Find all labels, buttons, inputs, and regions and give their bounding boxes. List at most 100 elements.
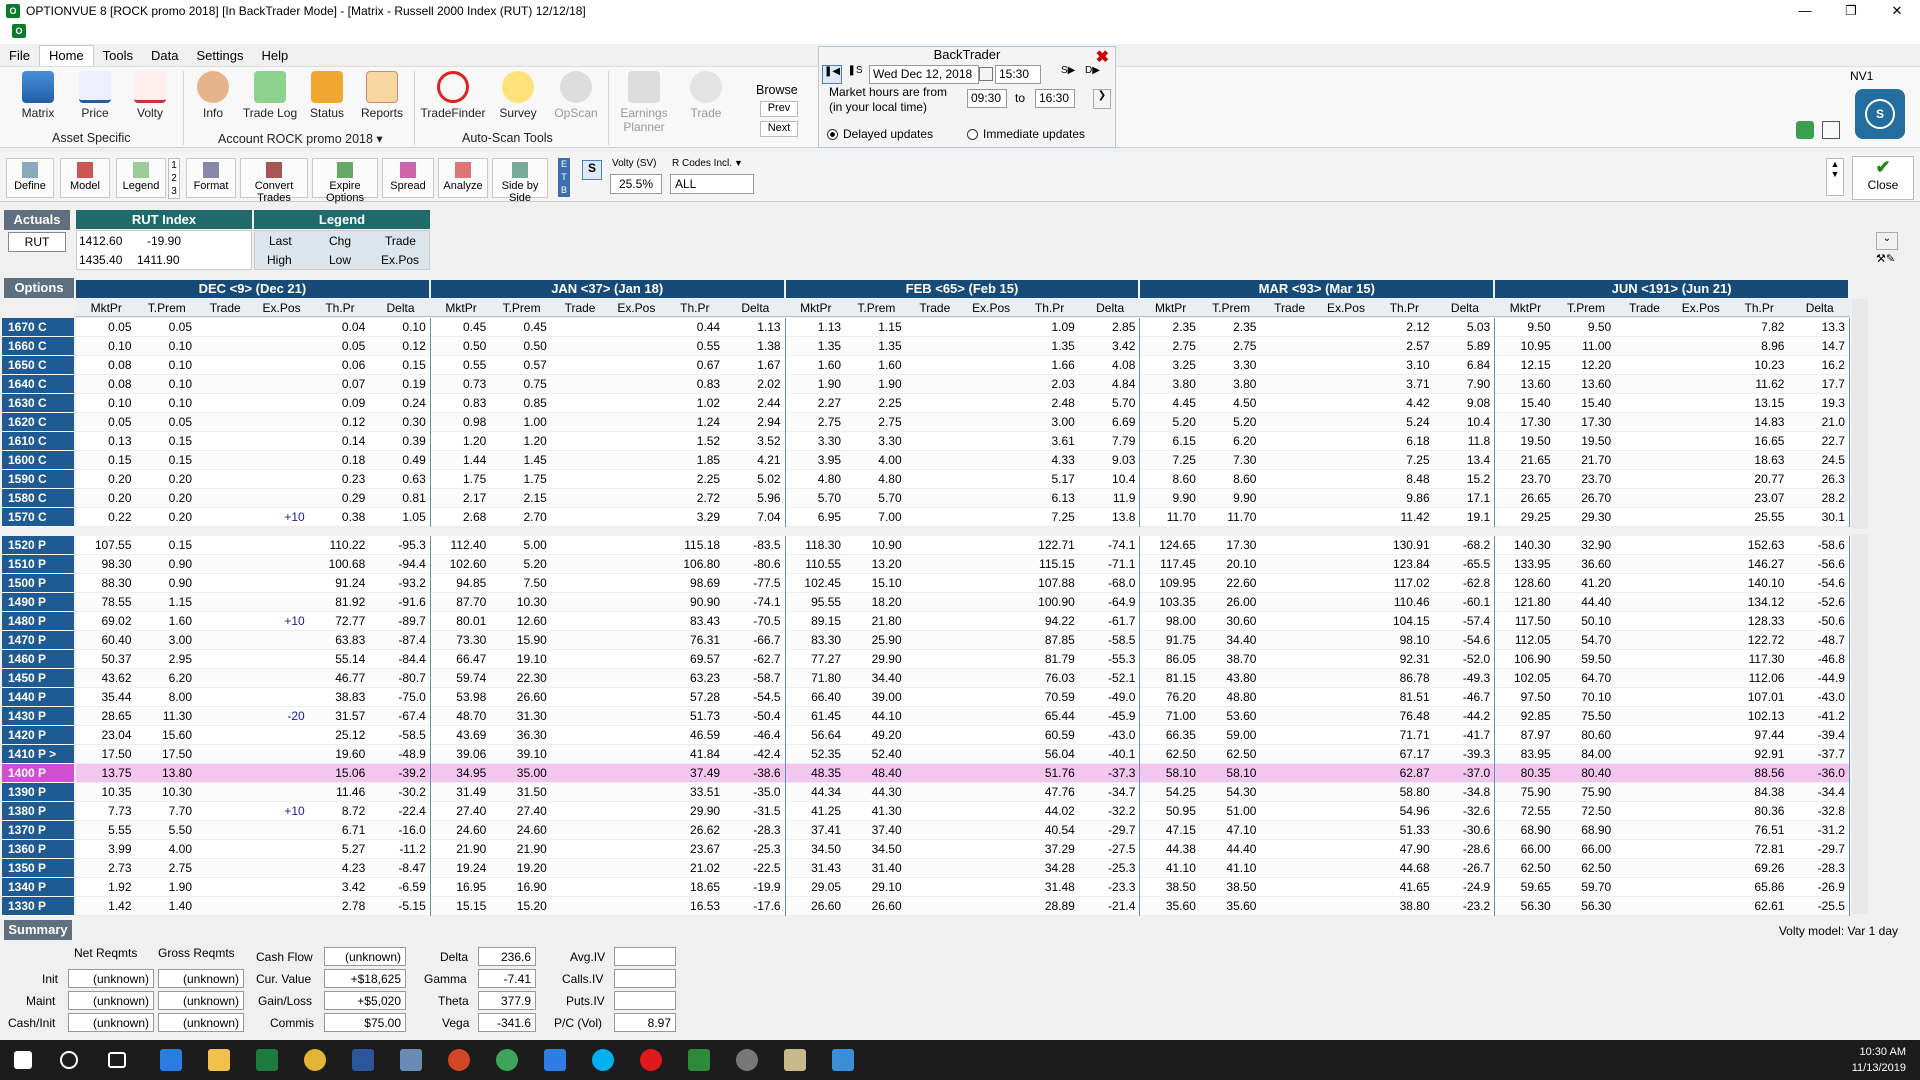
rcodes-input[interactable]: ALL — [670, 174, 754, 194]
strike-label[interactable]: 1580 C — [2, 489, 74, 508]
maximize-button[interactable]: ❐ — [1828, 0, 1874, 22]
table-row[interactable]: 7.73 7.70 +10 8.72 -22.4 27.40 27.40 29.90 -31.5… — [76, 802, 1850, 821]
market-from-field[interactable]: 09:30 — [967, 89, 1007, 108]
tools-icon[interactable]: ⚒✎ — [1876, 252, 1916, 270]
table-row[interactable]: 43.62 6.20 46.77 -80.7 59.74 22.30 63.23 -58.7 7… — [76, 669, 1850, 688]
strike-label[interactable]: 1390 P — [2, 783, 74, 802]
delayed-radio[interactable] — [827, 129, 838, 140]
profile-s-icon[interactable]: S — [1855, 89, 1905, 139]
table-row[interactable]: 98.30 0.90 100.68 -94.4 102.60 5.20 106.80 -80.… — [76, 555, 1850, 574]
skype-icon[interactable] — [592, 1049, 614, 1071]
table-row[interactable]: 0.10 0.10 0.09 0.24 0.83 0.85 1.02 2.44 2.27 2.25… — [76, 394, 1850, 413]
word-icon[interactable] — [352, 1049, 374, 1071]
opscan-button[interactable]: OpScan — [553, 71, 599, 120]
excel-icon[interactable] — [256, 1049, 278, 1071]
table-row[interactable]: 0.20 0.20 0.23 0.63 1.75 1.75 2.25 5.02 4.80 4.80… — [76, 470, 1850, 489]
side-by-side-button[interactable]: Side by Side — [492, 158, 548, 204]
step-back-button[interactable]: ❚S — [845, 65, 865, 84]
volty-input[interactable]: 25.5% — [610, 174, 662, 194]
convert-trades-button[interactable]: Convert Trades — [240, 158, 308, 204]
expand-icon[interactable]: ⌄ — [1876, 232, 1898, 250]
table-row[interactable]: 107.55 0.15 110.22 -95.3 112.40 5.00 115.18 -83… — [76, 536, 1850, 555]
menu-data[interactable]: Data — [142, 46, 187, 66]
table-row[interactable]: 88.30 0.90 91.24 -93.2 94.85 7.50 98.69 -77.5 10… — [76, 574, 1850, 593]
strike-label[interactable]: 1420 P — [2, 726, 74, 745]
table-row[interactable]: 0.15 0.15 0.18 0.49 1.44 1.45 1.85 4.21 3.95 4.00… — [76, 451, 1850, 470]
strike-label[interactable]: 1660 C — [2, 337, 74, 356]
strike-label[interactable]: 1340 P — [2, 878, 74, 897]
strike-label[interactable]: 1650 C — [2, 356, 74, 375]
zoom-stepper[interactable]: ▲ ▼ — [1826, 158, 1844, 196]
price-button[interactable]: Price — [75, 71, 115, 120]
strike-label[interactable]: 1490 P — [2, 593, 74, 612]
strike-label[interactable]: 1330 P — [2, 897, 74, 916]
edge-icon[interactable] — [160, 1049, 182, 1071]
next-button[interactable]: Next — [760, 121, 798, 137]
strike-label[interactable]: 1470 P — [2, 631, 74, 650]
table-row[interactable]: 69.02 1.60 +10 72.77 -89.7 80.01 12.60 83.43 -70… — [76, 612, 1850, 631]
print-icon[interactable] — [1822, 121, 1840, 139]
step-forward-button[interactable]: S▶ — [1061, 65, 1081, 84]
table-row[interactable]: 23.04 15.60 25.12 -58.5 43.69 36.30 46.59 -46.4… — [76, 726, 1850, 745]
table-row[interactable]: 0.22 0.20 +10 0.38 1.05 2.68 2.70 3.29 7.04 6.95 7… — [76, 508, 1850, 527]
table-row[interactable]: 1.42 1.40 2.78 -5.15 15.15 15.20 16.53 -17.6 26.… — [76, 897, 1850, 916]
strike-label[interactable]: 1510 P — [2, 555, 74, 574]
trade-log-button[interactable]: Trade Log — [240, 71, 300, 120]
strike-label[interactable]: 1430 P — [2, 707, 74, 726]
volty-button[interactable]: Volty — [130, 71, 170, 120]
s-toggle[interactable]: S — [582, 160, 602, 180]
optionvue-taskbar-icon[interactable] — [736, 1049, 758, 1071]
close-backtrader-icon[interactable]: ✖ — [1096, 47, 1109, 67]
define-button[interactable]: Define — [6, 158, 54, 198]
strike-label[interactable]: 1520 P — [2, 536, 74, 555]
strike-label[interactable]: 1480 P — [2, 612, 74, 631]
strike-label[interactable]: 1350 P — [2, 859, 74, 878]
puts-scrollbar[interactable] — [1852, 534, 1868, 914]
table-row[interactable]: 2.73 2.75 4.23 -8.47 19.24 19.20 21.02 -22.5 31.… — [76, 859, 1850, 878]
menu-tools[interactable]: Tools — [94, 46, 142, 66]
market-to-field[interactable]: 16:30 — [1035, 89, 1075, 108]
table-row[interactable]: 0.08 0.10 0.07 0.19 0.73 0.75 0.83 2.02 1.90 1.90… — [76, 375, 1850, 394]
powerpoint-icon[interactable] — [448, 1049, 470, 1071]
strike-label[interactable]: 1410 P > — [2, 745, 74, 764]
chart-app-icon[interactable] — [688, 1049, 710, 1071]
immediate-radio[interactable] — [967, 129, 978, 140]
account-dropdown[interactable]: Account ROCK promo 2018 ▾ — [218, 131, 383, 146]
calendar-icon[interactable] — [979, 67, 993, 81]
table-row[interactable]: 50.37 2.95 55.14 -84.4 66.47 19.10 69.57 -62.7 7… — [76, 650, 1850, 669]
spread-button[interactable]: Spread — [382, 158, 434, 198]
strike-label[interactable]: 1380 P — [2, 802, 74, 821]
table-row[interactable]: 0.05 0.05 0.04 0.10 0.45 0.45 0.44 1.13 1.13 1.15… — [76, 318, 1850, 337]
settings-app-icon[interactable] — [832, 1049, 854, 1071]
strike-label[interactable]: 1360 P — [2, 840, 74, 859]
opera-icon[interactable] — [640, 1049, 662, 1071]
strike-label[interactable]: 1400 P — [2, 764, 74, 783]
time-field[interactable]: 15:30 — [995, 65, 1041, 84]
strike-label[interactable]: 1610 C — [2, 432, 74, 451]
strike-label[interactable]: 1370 P — [2, 821, 74, 840]
strike-label[interactable]: 1670 C — [2, 318, 74, 337]
table-row[interactable]: 0.05 0.05 0.12 0.30 0.98 1.00 1.24 2.94 2.75 2.75… — [76, 413, 1850, 432]
table-row[interactable]: 78.55 1.15 81.92 -91.6 87.70 10.30 90.90 -74.1 9… — [76, 593, 1850, 612]
todo-icon[interactable] — [544, 1049, 566, 1071]
table-row[interactable]: 10.35 10.30 11.46 -30.2 31.49 31.50 33.51 -35.0… — [76, 783, 1850, 802]
green-app-icon[interactable] — [496, 1049, 518, 1071]
strike-label[interactable]: 1570 C — [2, 508, 74, 527]
expire-options-button[interactable]: Expire Options — [312, 158, 378, 204]
rcodes-dropdown-icon[interactable]: ▼ — [734, 158, 743, 168]
menu-file[interactable]: File — [0, 46, 39, 66]
earnings-planner-button[interactable]: Earnings Planner — [614, 71, 674, 134]
date-field[interactable]: Wed Dec 12, 2018 — [869, 65, 979, 84]
tradefinder-button[interactable]: TradeFinder — [420, 71, 486, 120]
strike-label[interactable]: 1630 C — [2, 394, 74, 413]
strike-label[interactable]: 1440 P — [2, 688, 74, 707]
table-row[interactable]: 0.20 0.20 0.29 0.81 2.17 2.15 2.72 5.96 5.70 5.70… — [76, 489, 1850, 508]
strike-label[interactable]: 1590 C — [2, 470, 74, 489]
table-row[interactable]: 28.65 11.30 -20 31.57 -67.4 48.70 31.30 51.73 -5… — [76, 707, 1850, 726]
table-row[interactable]: 35.44 8.00 38.83 -75.0 53.98 26.60 57.28 -54.5 6… — [76, 688, 1850, 707]
table-row[interactable]: 13.75 13.80 15.06 -39.2 34.95 35.00 37.49 -38.6… — [76, 764, 1850, 783]
advance-icon[interactable]: ❯ — [1093, 89, 1111, 109]
close-button[interactable]: ✔ Close — [1852, 156, 1914, 200]
ets-selector[interactable]: ETB — [558, 158, 570, 197]
strike-label[interactable]: 1500 P — [2, 574, 74, 593]
